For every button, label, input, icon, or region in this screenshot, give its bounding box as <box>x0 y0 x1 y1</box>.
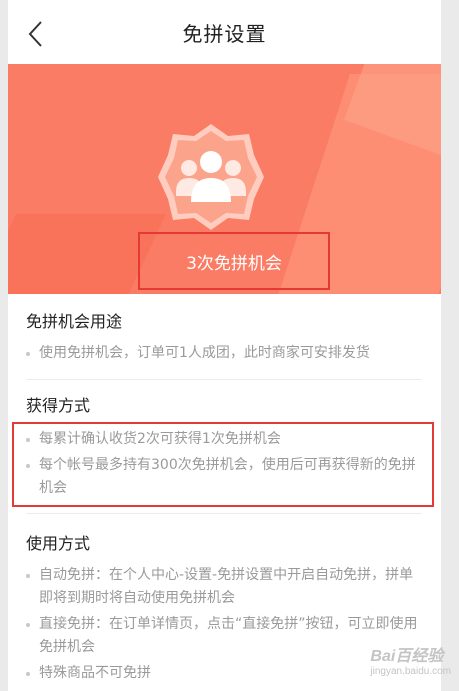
section-title: 免拼机会用途 <box>26 312 123 331</box>
bullet-icon <box>26 352 30 356</box>
section-title: 获得方式 <box>26 396 91 415</box>
free-group-count: 3次免拼机会 <box>186 253 282 274</box>
list-item: 特殊商品不可免拼 <box>26 662 422 685</box>
left-gutter <box>0 0 8 691</box>
item-text: 直接免拼：在订单详情页，点击“直接免拼”按钮，可立即使用免拼机会 <box>39 616 418 655</box>
bullet-icon <box>26 672 30 676</box>
group-users-icon <box>156 122 266 232</box>
page-title: 免拼设置 <box>182 21 267 46</box>
watermark-logo: Bai百经验 jingyan.baidu.com <box>370 642 451 677</box>
highlight-box <box>12 422 434 507</box>
top-nav-bar: 免拼设置 <box>8 0 441 64</box>
right-gutter <box>441 0 459 691</box>
list-item: 直接免拼：在订单详情页，点击“直接免拼”按钮，可立即使用免拼机会 <box>26 613 422 659</box>
section-how-to-use: 使用方式 自动免拼：在个人中心-设置-免拼设置中开启自动免拼，拼单即将到期时将自… <box>26 530 422 685</box>
section-usage: 免拼机会用途 使用免拼机会，订单可1人成团，此时商家可安排发货 <box>26 308 422 365</box>
app-screen: 免拼设置 3次免拼机会 免拼机会用途 使用免拼机会，订单可1人成团，此时商家可安… <box>8 0 441 691</box>
item-text: 使用免拼机会，订单可1人成团，此时商家可安排发货 <box>39 345 370 361</box>
chevron-left-icon <box>28 21 42 47</box>
list-item: 自动免拼：在个人中心-设置-免拼设置中开启自动免拼，拼单即将到期时将自动使用免拼… <box>26 564 422 610</box>
list-item: 使用免拼机会，订单可1人成团，此时商家可安排发货 <box>26 342 422 365</box>
section-title: 使用方式 <box>26 534 91 553</box>
bullet-icon <box>26 574 30 578</box>
back-button[interactable] <box>16 14 56 54</box>
watermark-url: jingyan.baidu.com <box>370 666 451 677</box>
divider <box>26 379 422 380</box>
item-text: 特殊商品不可免拼 <box>39 665 151 681</box>
free-group-count-box: 3次免拼机会 <box>138 232 330 290</box>
bullet-icon <box>26 623 30 627</box>
item-text: 自动免拼：在个人中心-设置-免拼设置中开启自动免拼，拼单即将到期时将自动使用免拼… <box>39 567 414 606</box>
watermark-text: Bai百经验 <box>370 648 444 665</box>
divider <box>26 513 422 514</box>
hero-banner: 3次免拼机会 <box>8 64 441 294</box>
